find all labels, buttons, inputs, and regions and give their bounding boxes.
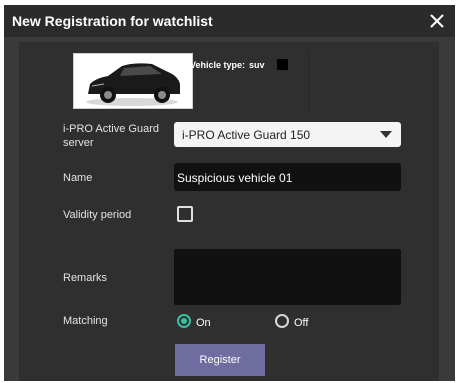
dialog-title: New Registration for watchlist	[12, 13, 213, 29]
close-icon	[430, 14, 444, 28]
registration-form-panel: Vehicle type: suv i-PRO Active Guard serv…	[19, 42, 439, 381]
chevron-down-icon	[380, 131, 392, 138]
remarks-input[interactable]	[174, 249, 401, 305]
dialog-titlebar: New Registration for watchlist	[4, 5, 455, 37]
vehicle-type-value: suv	[249, 60, 265, 70]
validity-period-label: Validity period	[63, 209, 132, 221]
remarks-label: Remarks	[63, 272, 108, 284]
vehicle-type-label: Vehicle type:	[190, 60, 246, 70]
divider	[308, 50, 309, 112]
register-button[interactable]: Register	[175, 344, 265, 376]
vehicle-type: Vehicle type: suv	[190, 60, 265, 70]
vehicle-color-swatch	[277, 59, 288, 70]
car-icon	[74, 54, 192, 108]
name-input[interactable]: Suspicious vehicle 01	[174, 163, 401, 191]
name-label: Name	[63, 172, 93, 184]
close-button[interactable]	[425, 9, 449, 33]
server-label: i-PRO Active Guard server	[63, 123, 159, 149]
vehicle-thumbnail	[73, 53, 193, 109]
matching-label: Matching	[63, 315, 108, 327]
matching-on-label: On	[196, 317, 211, 329]
server-select[interactable]: i-PRO Active Guard 150	[174, 122, 401, 147]
matching-off-label: Off	[294, 317, 309, 329]
server-select-value: i-PRO Active Guard 150	[182, 128, 311, 142]
matching-off-radio[interactable]	[275, 314, 289, 328]
watchlist-registration-dialog: New Registration for watchlist Vehicle t…	[4, 5, 455, 381]
matching-on-radio[interactable]	[177, 314, 191, 328]
validity-period-checkbox[interactable]	[177, 206, 193, 222]
